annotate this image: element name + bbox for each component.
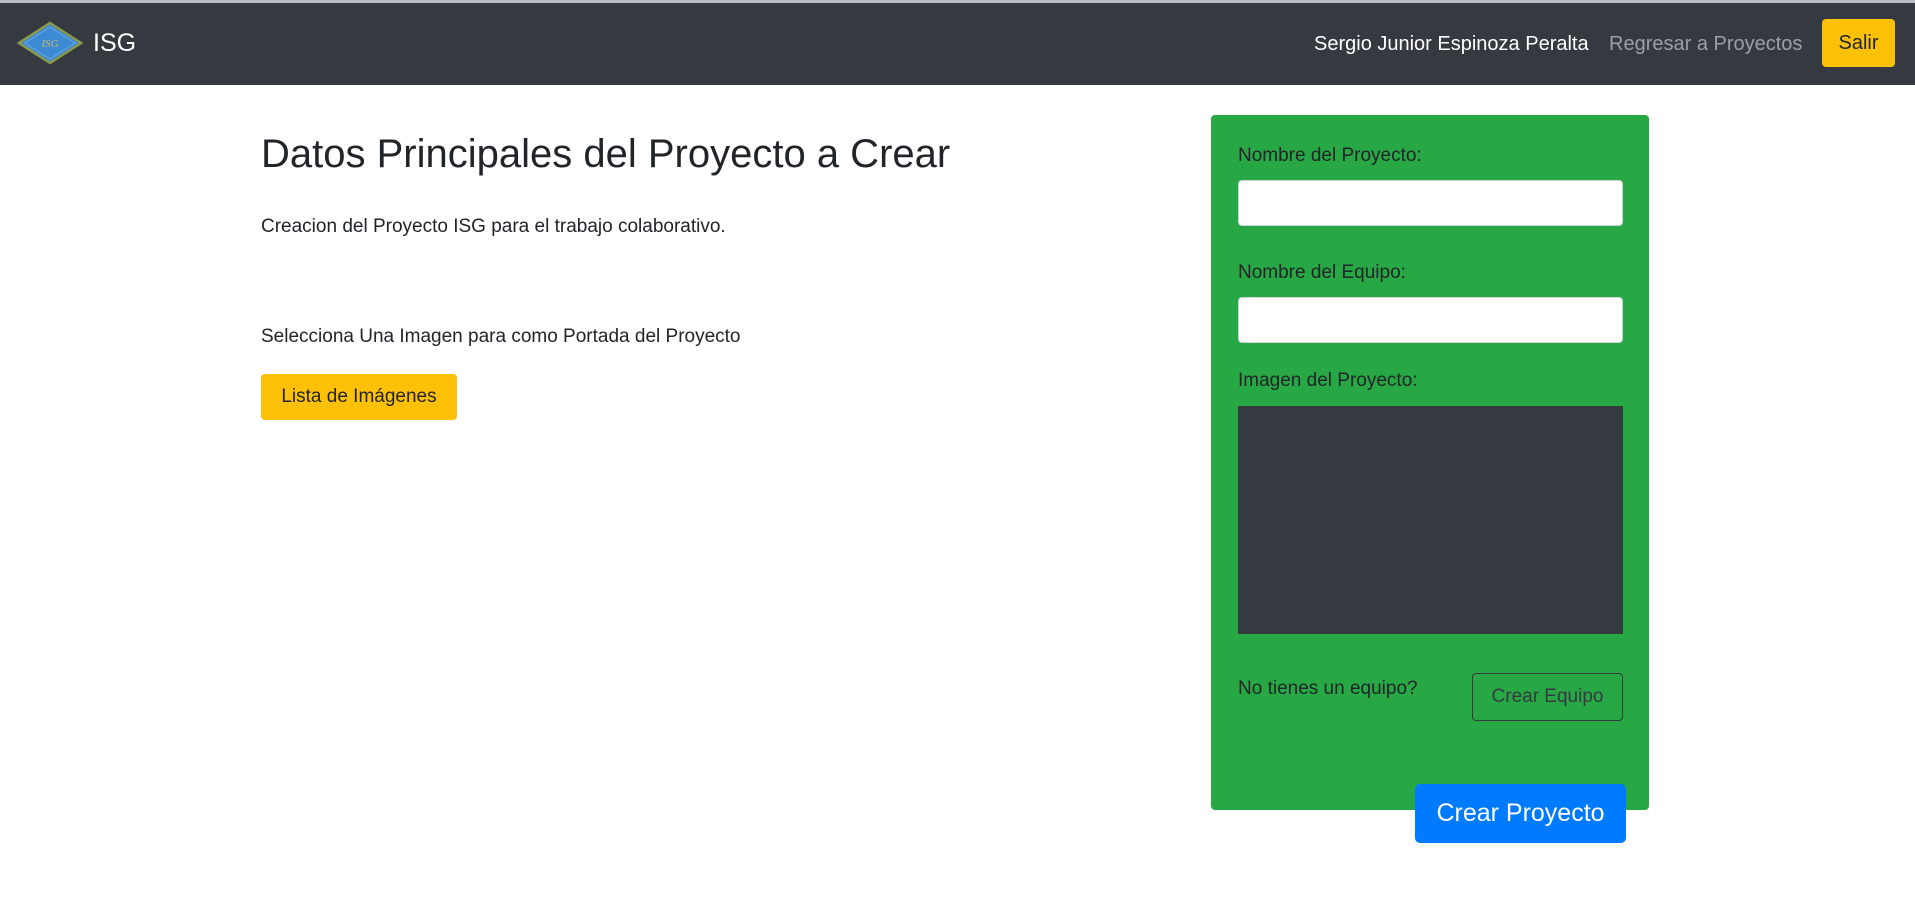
select-image-label: Selecciona Una Imagen para como Portada …	[261, 326, 741, 347]
brand[interactable]: ISG ISG	[17, 21, 136, 65]
project-name-input[interactable]	[1238, 180, 1623, 226]
project-image-preview	[1238, 406, 1623, 634]
project-form-panel: Nombre del Proyecto: Nombre del Equipo: …	[1211, 115, 1649, 810]
project-image-label: Imagen del Proyecto:	[1238, 370, 1418, 391]
brand-name[interactable]: ISG	[93, 29, 136, 58]
user-name: Sergio Junior Espinoza Peralta	[1314, 33, 1589, 55]
image-list-button[interactable]: Lista de Imágenes	[261, 374, 457, 420]
navbar: ISG ISG Sergio Junior Espinoza Peralta R…	[0, 3, 1915, 85]
logo-text: ISG	[40, 38, 58, 50]
team-name-input[interactable]	[1238, 297, 1623, 343]
back-to-projects-link[interactable]: Regresar a Proyectos	[1609, 33, 1802, 56]
logout-button[interactable]: Salir	[1822, 19, 1895, 67]
project-name-label: Nombre del Proyecto:	[1238, 145, 1422, 166]
create-team-button[interactable]: Crear Equipo	[1472, 673, 1623, 721]
no-team-text: No tienes un equipo?	[1238, 678, 1418, 699]
create-project-button[interactable]: Crear Proyecto	[1415, 784, 1626, 843]
page-title: Datos Principales del Proyecto a Crear	[261, 132, 951, 176]
isg-logo: ISG	[17, 21, 83, 65]
page-description: Creacion del Proyecto ISG para el trabaj…	[261, 216, 726, 237]
team-name-label: Nombre del Equipo:	[1238, 262, 1406, 283]
